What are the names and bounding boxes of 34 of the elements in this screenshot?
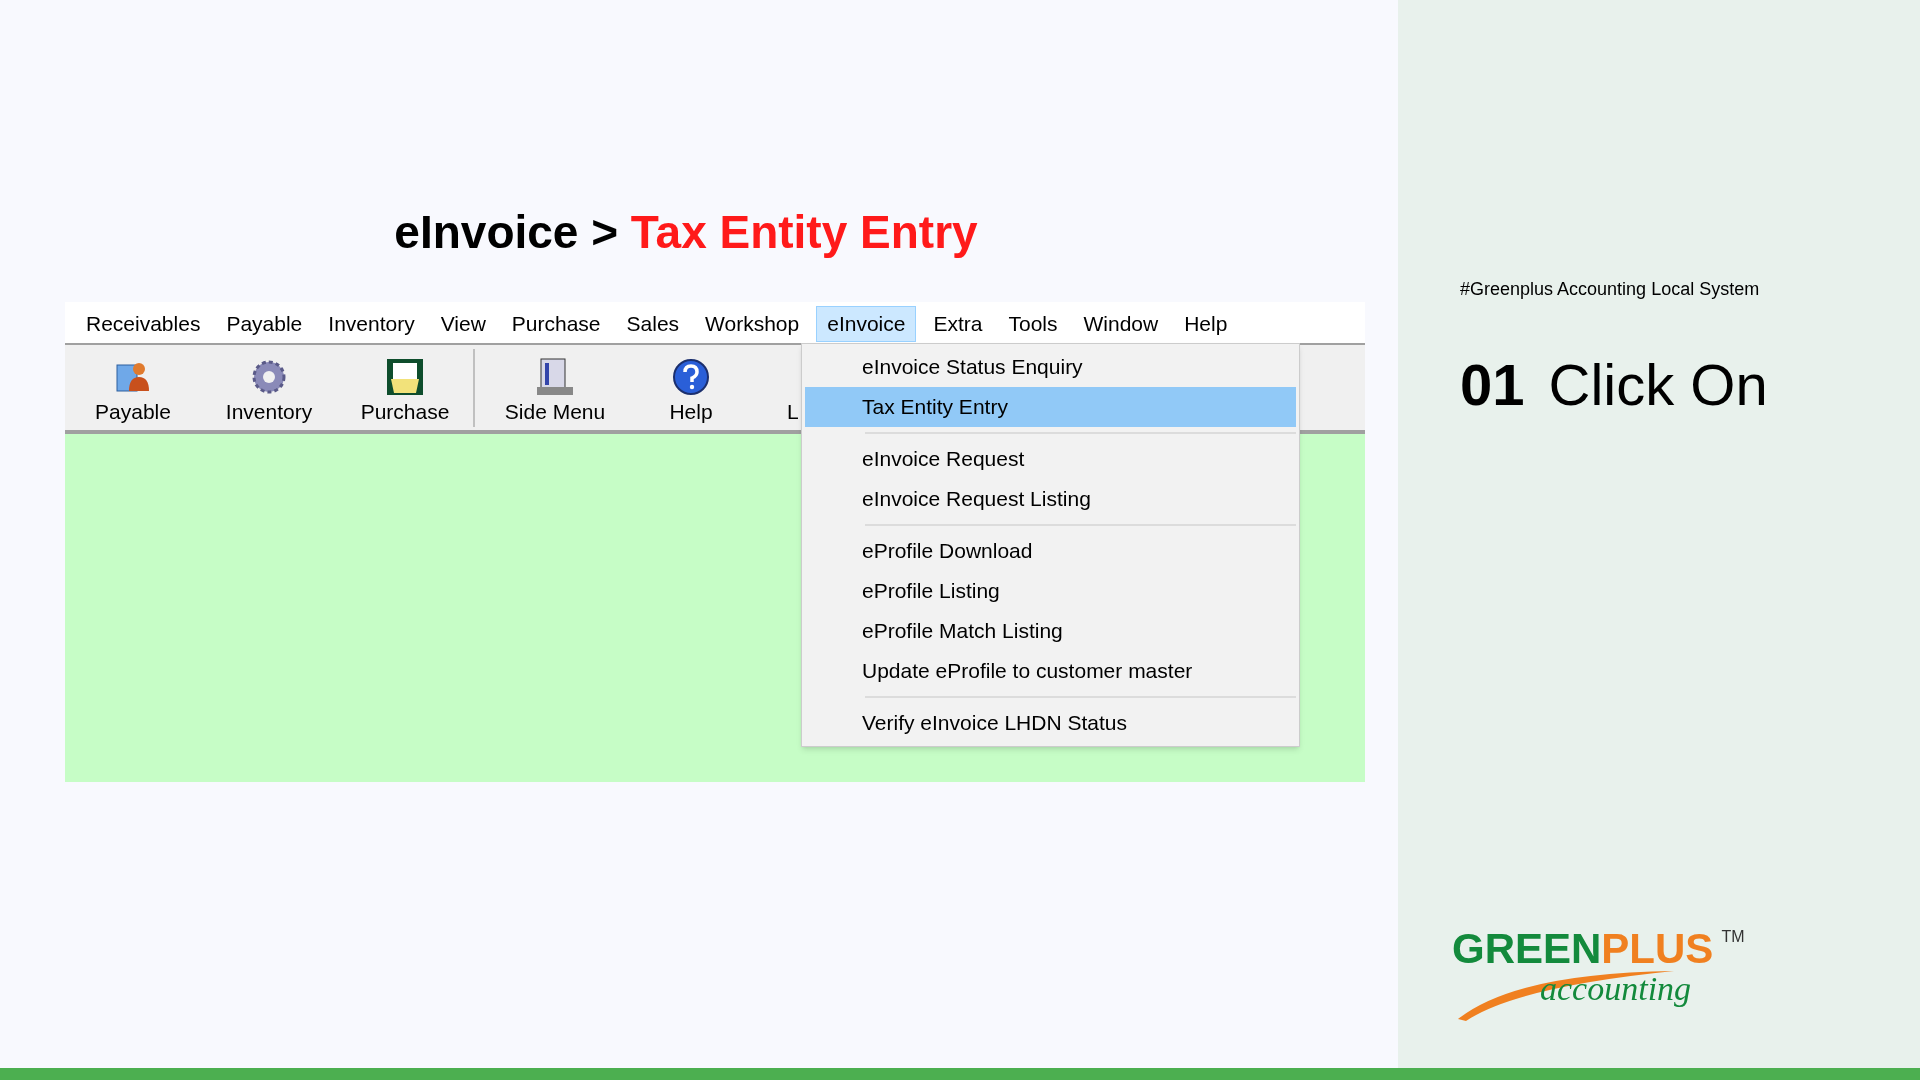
toolbar-button[interactable]: Inventory bbox=[201, 348, 337, 427]
menu-item[interactable]: Tools bbox=[999, 306, 1067, 342]
slide-title: eInvoice > Tax Entity Entry bbox=[394, 205, 978, 260]
menu-item[interactable]: Receivables bbox=[77, 306, 210, 342]
dropdown-item[interactable]: Verify eInvoice LHDN Status bbox=[805, 703, 1296, 743]
toolbar-button[interactable]: Purchase bbox=[337, 348, 473, 427]
toolbar-button[interactable]: Help bbox=[623, 348, 759, 427]
menu-item[interactable]: Workshop bbox=[696, 306, 809, 342]
toolbar-button[interactable]: Side Menu bbox=[487, 348, 623, 427]
document-icon bbox=[385, 356, 425, 397]
dropdown-item[interactable]: eProfile Download bbox=[805, 531, 1296, 571]
menu-item[interactable]: Sales bbox=[617, 306, 689, 342]
toolbar-button[interactable]: Payable bbox=[65, 348, 201, 427]
menu-item[interactable]: Purchase bbox=[502, 306, 610, 342]
dropdown-item[interactable]: eProfile Match Listing bbox=[805, 611, 1296, 651]
menu-item[interactable]: View bbox=[431, 306, 495, 342]
step-title: Click On bbox=[1548, 351, 1768, 419]
dropdown-item[interactable]: eProfile Listing bbox=[805, 571, 1296, 611]
tagline-text: #Greenplus Accounting Local System bbox=[1460, 278, 1761, 301]
dropdown-item[interactable]: eInvoice Request bbox=[805, 439, 1296, 479]
dropdown-item[interactable]: Update eProfile to customer master bbox=[805, 651, 1296, 691]
dropdown-item[interactable]: Tax Entity Entry bbox=[805, 387, 1296, 427]
help-icon bbox=[671, 356, 711, 397]
menu-item[interactable]: Payable bbox=[217, 306, 312, 342]
menu-item[interactable]: Inventory bbox=[319, 306, 424, 342]
dropdown-item[interactable]: eInvoice Status Enquiry bbox=[805, 347, 1296, 387]
menu-item[interactable]: Help bbox=[1175, 306, 1237, 342]
menu-item[interactable]: eInvoice bbox=[816, 306, 917, 342]
step-number: 01 bbox=[1460, 351, 1525, 419]
dropdown-item[interactable]: eInvoice Request Listing bbox=[805, 479, 1296, 519]
side-menu-icon bbox=[535, 356, 575, 397]
menu-item[interactable]: Window bbox=[1074, 306, 1168, 342]
menu-item[interactable]: Extra bbox=[924, 306, 992, 342]
toolbar-button[interactable]: L bbox=[759, 348, 799, 427]
